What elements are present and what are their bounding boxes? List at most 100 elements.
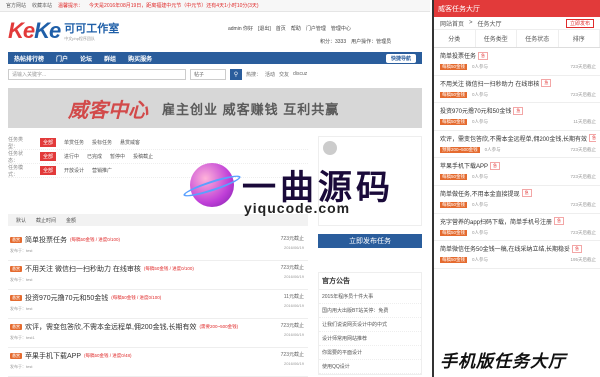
hot-word[interactable]: 活动 xyxy=(265,71,275,78)
mobile-task-title[interactable]: 简单微信任务50金钱一稿,在线采纳立结,长期稳妥 xyxy=(440,244,570,253)
top-tip-text: 今天是2016年08月19日，距离福建中元节（中元节）还有4天1小时10分(3天… xyxy=(89,3,259,9)
filter-option[interactable]: 全部 xyxy=(40,152,57,161)
notice-item[interactable]: 2015年程序员十件大事 xyxy=(319,290,421,304)
quick-nav-button[interactable]: 快捷导航 xyxy=(385,53,416,63)
tab-category[interactable]: 分类 xyxy=(434,30,476,47)
notice-item[interactable]: 使用QQ设计 xyxy=(319,360,421,374)
task-deadline: 723元截止 xyxy=(280,323,304,329)
notice-item[interactable]: 设计师常用网站推荐 xyxy=(319,332,421,346)
search-input[interactable]: 请输入关键字... xyxy=(8,68,186,80)
home-link[interactable]: 首页 xyxy=(276,25,286,32)
avatar[interactable] xyxy=(323,141,337,155)
filter-option[interactable]: 已完成 xyxy=(87,153,102,160)
task-right: 723元截止 2016/06/19 xyxy=(281,264,304,279)
notice-item[interactable]: 你需要的平面设计 xyxy=(319,346,421,360)
task-tag: 悬赏 xyxy=(10,295,22,301)
table-row[interactable]: 悬赏 简单投票任务 (每稿50金钱 / 进度0/100) 发布于：test 723元截止… xyxy=(8,232,308,261)
table-row[interactable]: 悬赏 不用关注 微信扫一扫秒助力 在线审核 (每稿50金钱 / 进度0/100) 发布… xyxy=(8,261,308,290)
task-title[interactable]: 苹果手机下载APP xyxy=(25,351,81,361)
mobile-task-meta: 每稿50金钱 0人参与 11天后截止 xyxy=(440,119,596,126)
site-logo[interactable]: KeKe 可可工作室 中文php程序团队 xyxy=(8,18,119,44)
filter-option[interactable]: 全部 xyxy=(40,166,57,175)
publish-task-button[interactable]: 立即发布任务 xyxy=(318,234,422,248)
task-title[interactable]: 欢评，需变包答欣,不需本金远程单,佣200金钱,长期有效 xyxy=(25,322,197,332)
notice-item[interactable]: 让我们说说网页设计中的中式 xyxy=(319,318,421,332)
tab-sort[interactable]: 排序 xyxy=(559,30,600,47)
top-link-favorite[interactable]: 收藏本站 xyxy=(32,2,52,9)
search-button[interactable]: ⚲ xyxy=(230,68,242,80)
task-title[interactable]: 不用关注 微信扫一扫秒助力 在线审核 xyxy=(25,264,141,274)
filter-option[interactable]: 投标任务 xyxy=(92,139,112,146)
mobile-task-title[interactable]: 苹果手机下载APP xyxy=(440,161,488,170)
list-item[interactable]: 不用关注 微信扫一扫秒助力 在线审核急每稿50金钱 0人参与 723天后截止 xyxy=(434,76,600,104)
mobile-task-title[interactable]: 简单做任务,不用本金直接提现 xyxy=(440,189,520,198)
search-type-select[interactable]: 帖子 xyxy=(190,68,226,80)
nav-item-groups[interactable]: 群组 xyxy=(104,54,116,63)
breadcrumb-separator: > xyxy=(469,20,473,26)
list-item[interactable]: 投资970元撸70元和50金钱急每稿50金钱 0人参与 11天后截止 xyxy=(434,103,600,131)
tab-task-type[interactable]: 任务类型 xyxy=(476,30,517,47)
task-date: 2016/06/19 xyxy=(283,274,304,279)
list-item[interactable]: 充字营养的app扫码下载，简单手机号注册急每稿50金钱 0人参与 723天后截止 xyxy=(434,214,600,242)
filter-option[interactable]: 暂停中 xyxy=(110,153,125,160)
user-points: 积分：3333 xyxy=(320,39,347,45)
sort-amount[interactable]: 金额 xyxy=(66,217,76,224)
mobile-task-title[interactable]: 充字营养的app扫码下载，简单手机号注册 xyxy=(440,217,552,226)
watermark-url: yiqucode.com xyxy=(244,200,351,216)
task-deadline: 723元截止 xyxy=(280,236,304,242)
task-tag: 悬赏 xyxy=(10,353,22,359)
mobile-task-title-line: 简单做任务,不用本金直接提现急 xyxy=(440,189,596,198)
nav-item-forum[interactable]: 论坛 xyxy=(80,54,92,63)
sort-default[interactable]: 默认 xyxy=(16,217,26,224)
list-item[interactable]: 欢评，需变包答欣,不需本金远程单,佣200金钱,长期有效急预算200~500金钱… xyxy=(434,131,600,159)
mobile-task-title[interactable]: 简单投票任务 xyxy=(440,51,476,60)
filter-label: 任务模式： xyxy=(8,164,24,178)
table-row[interactable]: 悬赏 欢评，需变包答欣,不需本金远程单,佣200金钱,长期有效 (需要200~500… xyxy=(8,319,308,348)
mobile-publish-button[interactable]: 立即发布 xyxy=(565,18,594,28)
task-meta: 发布于：test xyxy=(10,364,33,369)
nav-item-buy[interactable]: 购买服务 xyxy=(128,54,152,63)
logout-link[interactable]: [退出] xyxy=(258,25,271,32)
breadcrumb-home[interactable]: 网站首页 xyxy=(440,19,464,28)
planet-icon xyxy=(181,162,243,207)
nav-item-ranking[interactable]: 热帖排行榜 xyxy=(14,54,44,63)
task-reward: (每稿50金钱 / 进度0/100) xyxy=(143,266,194,271)
mobile-task-title[interactable]: 不用关注 微信扫一扫秒助力 在线审核 xyxy=(440,79,539,88)
sort-deadline[interactable]: 截止时间 xyxy=(36,217,56,224)
list-item[interactable]: 简单微信任务50金钱一稿,在线采纳立结,长期稳妥急每稿50金钱 0人参与 195天后… xyxy=(434,241,600,269)
filter-option[interactable]: 进行中 xyxy=(64,153,79,160)
mobile-breadcrumb: 网站首页 > 任务大厅 立即发布 xyxy=(434,17,600,30)
admin-center-link[interactable]: 管理中心 xyxy=(331,25,351,32)
list-item[interactable]: 简单投票任务急每稿50金钱 0人参与 723天后截止 xyxy=(434,48,600,76)
top-link-site[interactable]: 官方网站 xyxy=(6,2,26,9)
filter-option[interactable]: 开放设计 xyxy=(64,167,84,174)
portal-admin-link[interactable]: 门户管理 xyxy=(306,25,326,32)
tab-task-status[interactable]: 任务状态 xyxy=(517,30,559,47)
filter-option[interactable]: 投稿截止 xyxy=(133,153,153,160)
list-item[interactable]: 简单做任务,不用本金直接提现急每稿50金钱 0人参与 723天后截止 xyxy=(434,186,600,214)
filter-option[interactable]: 全部 xyxy=(40,138,57,147)
task-title[interactable]: 投资970元撸70元和50金钱 xyxy=(25,293,108,303)
table-row[interactable]: 悬赏 苹果手机下载APP (每稿50金钱 / 进度0/48) 发布于：test 723元… xyxy=(8,348,308,377)
filter-option[interactable]: 悬赏威客 xyxy=(120,139,140,146)
mobile-tabs: 分类 任务类型 任务状态 排序 xyxy=(434,30,600,48)
filter-option[interactable]: 营销推广 xyxy=(92,167,112,174)
nav-item-portal[interactable]: 门户 xyxy=(56,54,68,63)
notice-panel: 官方公告 2015年程序员十件大事 国内用大出版BT站关停：免费 让我们说说网页… xyxy=(318,272,422,375)
task-right: 723元截止 2016/06/19 xyxy=(281,351,304,366)
mobile-task-title-line: 简单投票任务急 xyxy=(440,51,596,60)
urgent-badge: 急 xyxy=(541,79,552,88)
list-item[interactable]: 苹果手机下载APP 急每稿50金钱 0人参与 723天后截止 xyxy=(434,158,600,186)
user-role[interactable]: 用户操作：管理员 xyxy=(351,38,391,45)
hot-word[interactable]: 交友 xyxy=(279,71,289,78)
table-row[interactable]: 悬赏 投资970元撸70元和50金钱 (每稿50金钱 / 进度0/100) 发布于：t… xyxy=(8,290,308,319)
mobile-task-title[interactable]: 投资970元撸70元和50金钱 xyxy=(440,106,511,115)
notice-item[interactable]: 国内用大出版BT站关停：免费 xyxy=(319,304,421,318)
task-title[interactable]: 简单投票任务 xyxy=(25,235,67,245)
filter-option[interactable]: 单赏任务 xyxy=(64,139,84,146)
help-link[interactable]: 帮助 xyxy=(291,25,301,32)
mobile-task-title[interactable]: 欢评，需变包答欣,不需本金远程单,佣200金钱,长期有效 xyxy=(440,134,587,143)
hot-word[interactable]: discuz xyxy=(293,71,307,78)
mobile-task-meta: 每稿50金钱 0人参与 195天后截止 xyxy=(440,257,596,264)
mobile-task-meta: 每稿50金钱 0人参与 723天后截止 xyxy=(440,91,596,98)
